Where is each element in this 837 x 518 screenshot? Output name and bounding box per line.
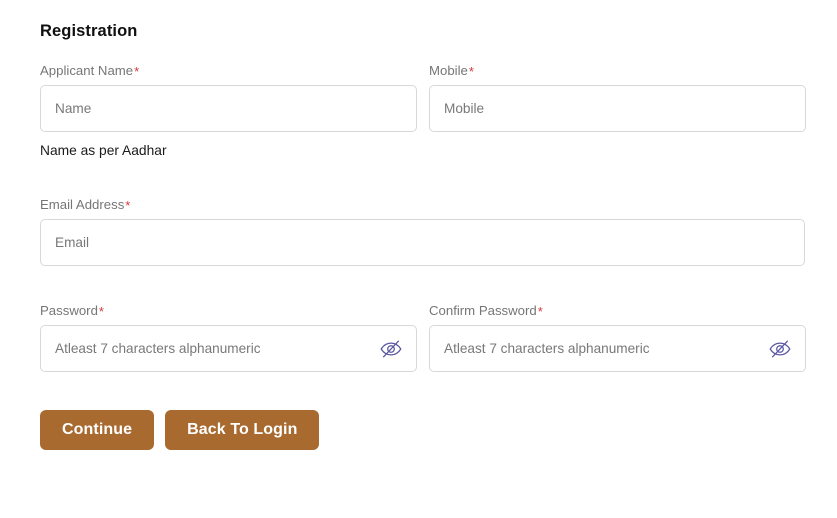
form-row-name-mobile: Applicant Name* Mobile* — [40, 64, 806, 132]
confirm-password-input[interactable] — [430, 326, 805, 372]
password-visibility-toggle[interactable] — [378, 337, 404, 361]
field-applicant-name: Applicant Name* — [40, 64, 417, 132]
email-label-text: Email Address — [40, 196, 125, 212]
registration-page: Registration Applicant Name* Mobile* — [0, 0, 837, 518]
mobile-label: Mobile* — [429, 62, 806, 79]
mobile-label-text: Mobile — [429, 62, 468, 78]
required-asterisk: * — [468, 63, 474, 79]
email-input[interactable] — [41, 220, 804, 265]
required-asterisk: * — [134, 63, 140, 79]
page-title: Registration — [40, 22, 138, 40]
applicant-name-input[interactable] — [41, 86, 416, 131]
confirm-password-label: Confirm Password* — [429, 303, 806, 319]
name-as-per-aadhar-note: Name as per Aadhar — [40, 143, 167, 158]
email-label: Email Address* — [40, 196, 805, 213]
confirm-password-visibility-toggle[interactable] — [767, 337, 793, 361]
eye-slash-icon — [768, 339, 792, 359]
continue-button[interactable]: Continue — [40, 410, 155, 451]
applicant-name-label-text: Applicant Name — [40, 62, 134, 78]
mobile-input[interactable] — [430, 86, 805, 131]
password-input[interactable] — [41, 326, 416, 372]
applicant-name-label: Applicant Name* — [40, 62, 417, 79]
confirm-password-label-text: Confirm Password — [429, 303, 537, 318]
eye-slash-icon — [379, 339, 403, 359]
confirm-password-input-wrapper[interactable] — [429, 325, 806, 373]
form-actions: Continue Back To Login — [40, 410, 806, 451]
field-email: Email Address* — [40, 198, 805, 266]
field-password: Password* — [40, 303, 417, 373]
mobile-input-wrapper[interactable] — [429, 85, 806, 132]
required-asterisk: * — [125, 197, 131, 213]
password-input-wrapper[interactable] — [40, 325, 417, 373]
applicant-name-input-wrapper[interactable] — [40, 85, 417, 132]
form-row-email: Email Address* — [40, 198, 806, 266]
password-label: Password* — [40, 303, 417, 319]
registration-form: Registration Applicant Name* Mobile* — [40, 22, 806, 451]
email-input-wrapper[interactable] — [40, 219, 805, 266]
field-mobile: Mobile* — [429, 64, 806, 132]
required-asterisk: * — [537, 304, 543, 319]
form-row-passwords: Password* Atleast 7 characters alphanume… — [40, 303, 806, 373]
required-asterisk: * — [98, 304, 104, 319]
back-to-login-button[interactable]: Back To Login — [165, 410, 320, 451]
password-label-text: Password — [40, 303, 98, 318]
field-confirm-password: Confirm Password* — [429, 303, 806, 373]
